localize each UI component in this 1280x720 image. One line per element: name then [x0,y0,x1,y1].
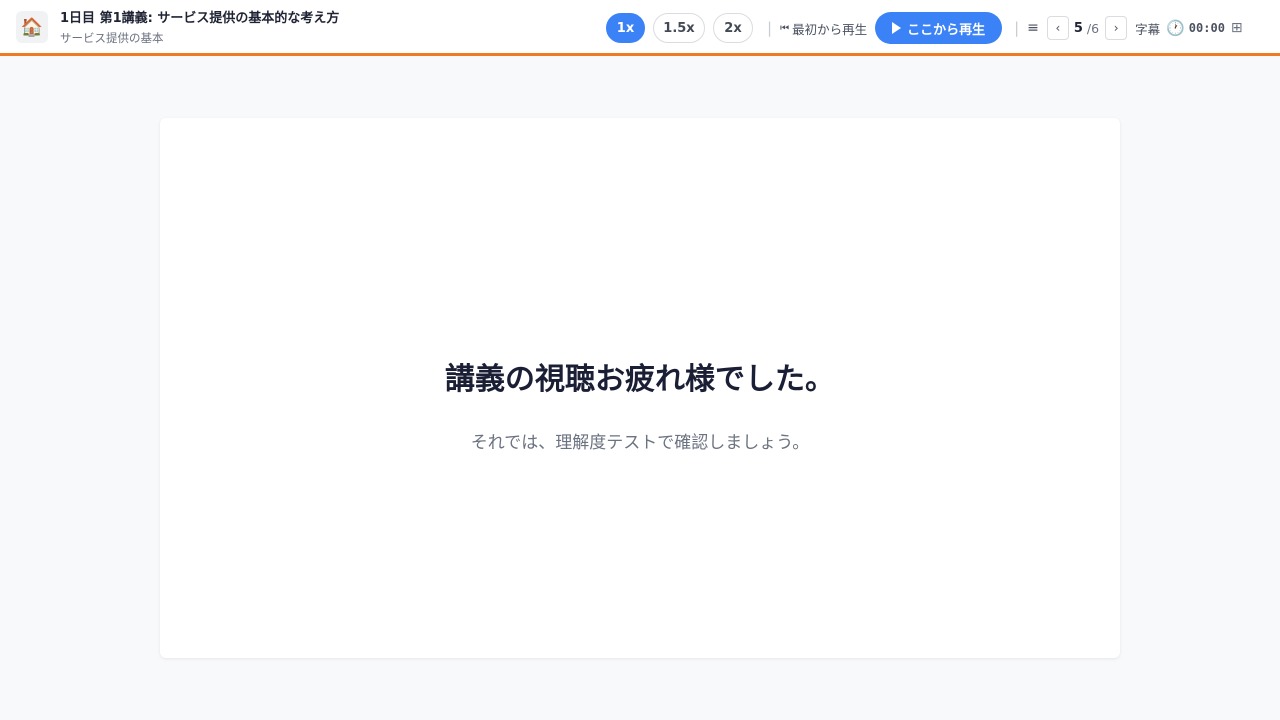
next-page-button[interactable]: › [1105,16,1128,40]
prev-page-button[interactable]: ‹ [1046,16,1069,40]
elapsed-time: 00:00 [1188,21,1225,35]
slide-text: それでは、理解度テストで確認しましょう。 [470,432,810,453]
top-bar: 🏠 1日目 第1講義: サービス提供の基本的な考え方 サービス提供の基本 1x … [0,0,1280,56]
current-page: 5 [1073,20,1083,36]
divider: | [767,19,773,37]
lecture-subtitle: サービス提供の基本 [60,31,164,45]
house-icon: 🏠 [20,16,44,38]
skip-back-icon: ⏮ [780,22,789,34]
restart-button[interactable]: ⏮ 最初から再生 [780,19,867,38]
grid-icon[interactable]: ⊞ [1231,20,1243,36]
subtitles-toggle[interactable]: 字幕 [1135,19,1160,38]
speed-1x-button[interactable]: 1x [606,13,645,43]
slide-heading: 講義の視聴お疲れ様でした。 [445,361,835,397]
player-controls: 1x 1.5x 2x | ⏮ 最初から再生 ここから再生 | ≡ ‹ 5 /6 … [606,12,1243,44]
clock-icon: 🕐 [1166,19,1185,37]
play-label: ここから再生 [907,22,986,38]
speed-2x-button[interactable]: 2x [713,13,753,43]
menu-icon[interactable]: ≡ [1027,20,1039,36]
play-from-here-button[interactable]: ここから再生 [875,12,1003,44]
speed-1-5x-button[interactable]: 1.5x [653,13,705,43]
divider: | [1014,19,1020,37]
lecture-title: 1日目 第1講義: サービス提供の基本的な考え方 [60,11,340,26]
title-block: 1日目 第1講義: サービス提供の基本的な考え方 サービス提供の基本 [60,7,339,46]
play-icon [892,22,902,34]
restart-label: 最初から再生 [792,21,868,37]
slide-card: 講義の視聴お疲れ様でした。 それでは、理解度テストで確認しましょう。 [160,118,1120,658]
home-button[interactable]: 🏠 [16,11,48,43]
total-pages: /6 [1086,20,1100,36]
